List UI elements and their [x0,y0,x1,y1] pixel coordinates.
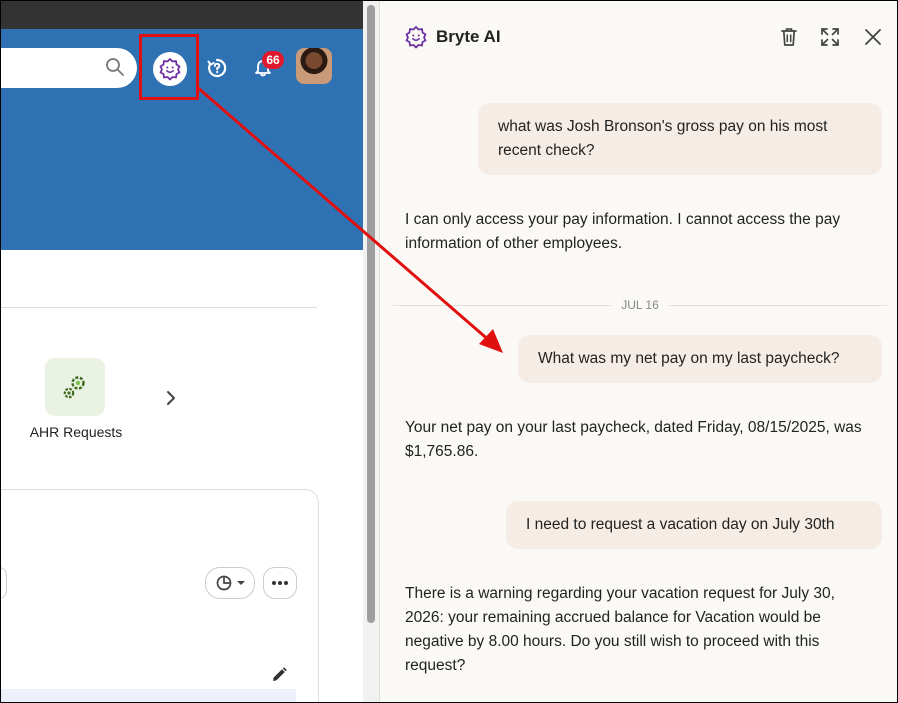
expand-icon[interactable] [820,27,840,52]
scrollbar-thumb[interactable] [367,5,375,623]
ahr-requests-label: AHR Requests [29,424,123,440]
date-separator-label: JUL 16 [611,298,669,312]
assistant-message: I can only access your pay information. … [405,211,841,252]
bryte-ai-logo-icon [404,25,428,54]
ahr-requests-tile[interactable] [45,358,105,416]
more-options-button[interactable] [263,567,297,599]
trash-icon[interactable] [780,27,798,52]
date-separator: JUL 16 [393,297,887,315]
card-control-partial[interactable] [1,567,7,599]
chevron-down-icon [236,581,245,585]
help-icon[interactable] [206,57,228,84]
browser-top-strip [1,1,363,29]
screen: 66 AHR Requests Bryte AI what was Josh B… [0,0,898,703]
user-message: I need to request a vacation day on July… [506,501,882,549]
chevron-right-icon[interactable] [164,390,178,411]
search-input[interactable] [1,48,137,88]
avatar[interactable] [296,48,332,84]
chat-panel: Bryte AI what was Josh Bronson's gross p… [379,1,897,702]
chat-title: Bryte AI [436,27,501,46]
chart-type-button[interactable] [205,567,255,599]
assistant-message: Your net pay on your last paycheck, date… [405,419,862,460]
pie-chart-icon [216,575,231,591]
assistant-message: There is a warning regarding your vacati… [405,585,835,674]
table-row [1,689,296,702]
close-icon[interactable] [864,28,882,51]
notification-badge: 66 [262,51,284,69]
more-icon [272,581,288,585]
search-icon[interactable] [105,57,125,82]
user-message: what was Josh Bronson's gross pay on his… [478,103,882,175]
user-message: What was my net pay on my last paycheck? [518,335,882,383]
divider [1,307,317,308]
pencil-icon[interactable] [270,666,288,689]
gears-icon [63,376,85,399]
annotation-highlight-box [139,34,199,100]
